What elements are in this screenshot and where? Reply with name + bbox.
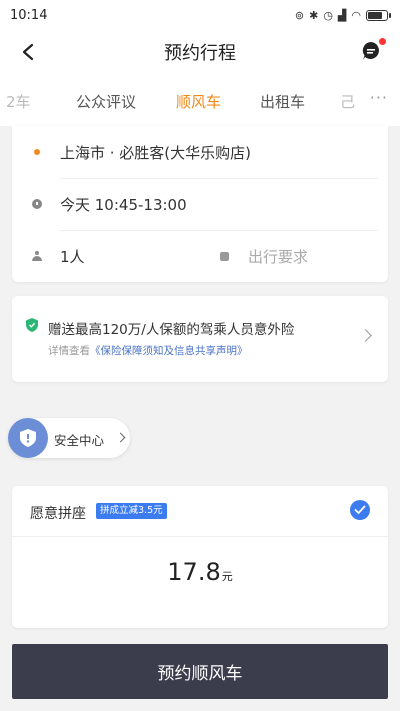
book-hitch-ride-button[interactable]: 预约顺风车: [12, 644, 388, 699]
shield-icon: [26, 318, 38, 332]
person-icon: [32, 250, 42, 262]
signal-icon: ▟: [337, 8, 347, 22]
carpool-label: 愿意拼座: [30, 506, 86, 522]
tab-taxi[interactable]: 出租车: [260, 91, 305, 112]
time-text: 今天 10:45-13:00: [60, 195, 187, 214]
status-bar: 10:14 ⊚ ✱ ◷ ▟ ◠: [0, 0, 400, 30]
page-title: 预约行程: [164, 43, 236, 64]
requirements-icon: [220, 251, 229, 261]
trip-details-card: 上海市 · 必胜客(大华乐购店) 今天 10:45-13:00 1人 出行要求: [12, 126, 388, 282]
requirements-field[interactable]: 出行要求: [248, 246, 308, 267]
price-value: 17.8: [167, 558, 221, 586]
notification-dot: [379, 38, 386, 45]
alarm-icon: ⊚: [294, 8, 305, 22]
divider: [12, 536, 388, 537]
service-tabs: 2车 公众评议 顺风车 出租车 己 ···: [0, 74, 400, 126]
bluetooth-icon: ✱: [309, 8, 319, 22]
message-icon[interactable]: [360, 38, 386, 64]
price-display: 17.8元: [12, 558, 388, 586]
tab-public-review[interactable]: 公众评议: [76, 91, 136, 112]
time-row[interactable]: 今天 10:45-13:00: [12, 178, 388, 230]
back-arrow-icon[interactable]: [14, 38, 42, 66]
options-row: 1人 出行要求: [12, 230, 388, 282]
tab-partial-right[interactable]: 己: [340, 91, 355, 112]
clock-icon: [32, 199, 42, 209]
safety-shield-icon: [8, 418, 48, 458]
insurance-card[interactable]: 赠送最高120万/人保额的驾乘人员意外险 详情查看《保险保障须知及信息共享声明》: [12, 296, 388, 382]
safety-center-button[interactable]: 安全中心: [8, 418, 130, 458]
price-unit: 元: [221, 570, 233, 583]
passenger-count[interactable]: 1人: [60, 246, 85, 267]
carpool-checkbox[interactable]: [350, 500, 370, 520]
origin-row[interactable]: 上海市 · 必胜客(大华乐购店): [12, 126, 388, 178]
origin-dot-icon: [34, 149, 40, 155]
insurance-sub-prefix: 详情查看: [48, 345, 90, 357]
chevron-right-icon: [115, 432, 126, 443]
tab-partial-left[interactable]: 2车: [6, 91, 31, 112]
discount-badge: 拼成立减3.5元: [96, 503, 167, 519]
wifi-icon: ◠: [351, 8, 361, 22]
nav-bar: 预约行程: [0, 30, 400, 74]
status-time: 10:14: [10, 7, 48, 23]
more-tabs-icon[interactable]: ···: [370, 88, 388, 107]
insurance-title: 赠送最高120万/人保额的驾乘人员意外险: [48, 322, 295, 338]
safety-center-label: 安全中心: [54, 433, 105, 448]
origin-text: 上海市 · 必胜客(大华乐购店): [60, 143, 252, 162]
clock-icon: ◷: [323, 8, 333, 22]
insurance-terms-link[interactable]: 《保险保障须知及信息共享声明》: [90, 345, 248, 357]
insurance-subtitle: 详情查看《保险保障须知及信息共享声明》: [48, 343, 248, 358]
status-icons: ⊚ ✱ ◷ ▟ ◠: [294, 8, 391, 22]
tab-hitch-ride[interactable]: 顺风车: [176, 91, 221, 112]
chevron-right-icon: [359, 329, 372, 342]
carpool-card: 愿意拼座 拼成立减3.5元 17.8元: [12, 486, 388, 628]
battery-icon: [366, 9, 391, 21]
